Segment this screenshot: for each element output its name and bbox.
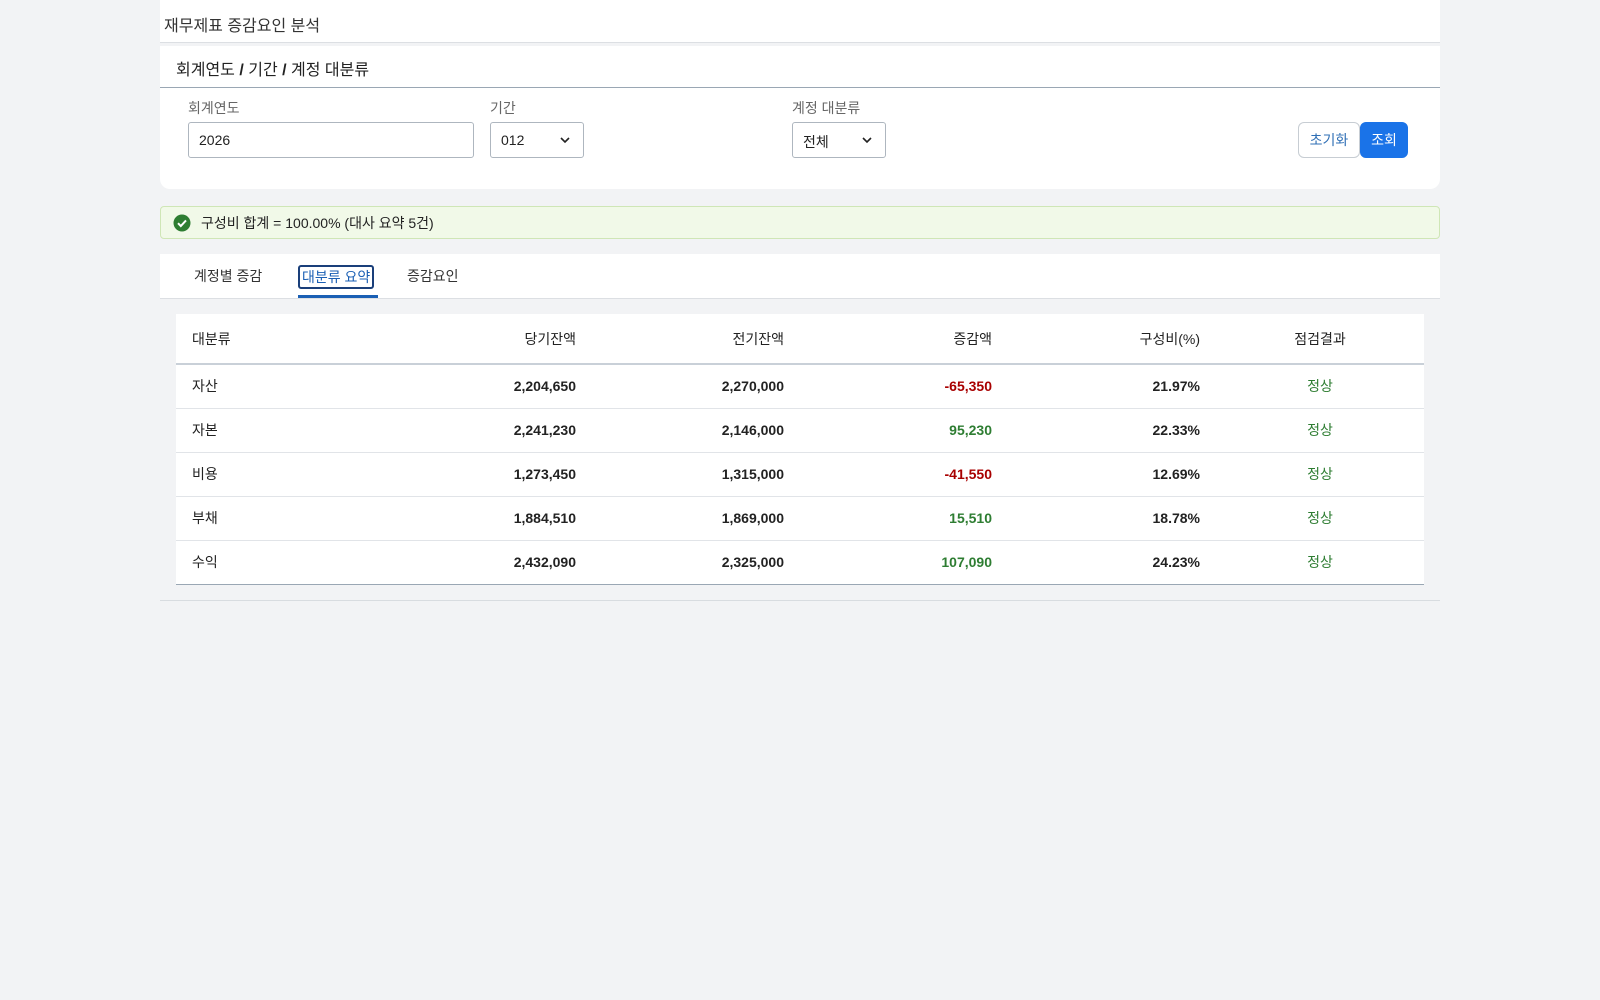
cell-ratio: 21.97%	[1008, 364, 1216, 409]
cell-result: 정상	[1216, 364, 1424, 409]
fiscal-year-input[interactable]: 2026	[188, 122, 474, 158]
table-header-row: 대분류 당기잔액 전기잔액 증감액 구성비(%) 점검결과	[176, 314, 1424, 365]
app-header: 재무제표 증감요인 분석	[160, 0, 1440, 43]
alert-text: 구성비 합계 = 100.00% (대사 요약 5건)	[201, 214, 434, 231]
tab-change-factors[interactable]: 증감요인	[404, 264, 462, 288]
filter-heading-period: 기간	[248, 62, 278, 79]
cell-change: 95,230	[800, 408, 1008, 453]
category-select[interactable]: 전체	[792, 122, 886, 158]
cell-category: 수익	[176, 540, 384, 585]
table-row[interactable]: 자산 2,204,650 2,270,000 -65,350 21.97% 정상	[176, 364, 1424, 409]
cell-current: 1,273,450	[384, 452, 592, 497]
filter-heading-category: 계정 대분류	[291, 62, 370, 79]
chevron-down-icon	[560, 137, 570, 144]
cell-current: 2,432,090	[384, 540, 592, 585]
cell-category: 자산	[176, 364, 384, 409]
cell-result: 정상	[1216, 540, 1424, 585]
cell-result: 정상	[1216, 408, 1424, 453]
page: 재무제표 증감요인 분석 회계연도 / 기간 / 계정 대분류 회계연도 202…	[160, 0, 1440, 1000]
category-label: 계정 대분류	[792, 100, 861, 116]
content-area: 대분류 당기잔액 전기잔액 증감액 구성비(%) 점검결과 자산 2,204,6…	[160, 299, 1440, 601]
period-group: 기간 012	[490, 98, 584, 158]
category-group: 계정 대분류 전체	[792, 98, 886, 158]
tab-bar: 계정별 증감 대분류 요약 증감요인	[160, 254, 1440, 299]
cell-previous: 1,869,000	[592, 496, 800, 541]
cell-change: 15,510	[800, 496, 1008, 541]
cell-previous: 1,315,000	[592, 452, 800, 497]
status-alert: 구성비 합계 = 100.00% (대사 요약 5건)	[160, 206, 1440, 239]
chevron-down-icon	[862, 137, 872, 144]
period-label: 기간	[490, 100, 516, 116]
category-value: 전체	[803, 134, 829, 150]
cell-change: -65,350	[800, 364, 1008, 409]
tab-account-change[interactable]: 계정별 증감	[191, 264, 265, 288]
cell-result: 정상	[1216, 496, 1424, 541]
app-title: 재무제표 증감요인 분석	[164, 18, 321, 35]
tab-category-summary[interactable]: 대분류 요약	[298, 265, 375, 289]
fiscal-year-group: 회계연도 2026	[188, 98, 474, 158]
cell-result: 정상	[1216, 452, 1424, 497]
summary-table-card: 대분류 당기잔액 전기잔액 증감액 구성비(%) 점검결과 자산 2,204,6…	[176, 314, 1424, 585]
filter-heading-year: 회계연도	[176, 62, 235, 79]
active-tab-indicator	[298, 295, 378, 298]
cell-previous: 2,325,000	[592, 540, 800, 585]
column-header-result[interactable]: 점검결과	[1216, 314, 1424, 365]
cell-current: 1,884,510	[384, 496, 592, 541]
column-header-category[interactable]: 대분류	[176, 314, 384, 365]
period-value: 012	[501, 132, 525, 148]
cell-ratio: 12.69%	[1008, 452, 1216, 497]
filter-heading: 회계연도 / 기간 / 계정 대분류	[160, 46, 1440, 88]
filter-heading-sep2: /	[277, 62, 292, 79]
filter-heading-sep1: /	[234, 62, 249, 79]
cell-previous: 2,270,000	[592, 364, 800, 409]
fiscal-year-label: 회계연도	[188, 100, 240, 116]
cell-current: 2,241,230	[384, 408, 592, 453]
cell-category: 비용	[176, 452, 384, 497]
column-header-ratio[interactable]: 구성비(%)	[1008, 314, 1216, 365]
cell-category: 자본	[176, 408, 384, 453]
column-header-previous[interactable]: 전기잔액	[592, 314, 800, 365]
check-circle-icon	[173, 214, 191, 231]
cell-ratio: 18.78%	[1008, 496, 1216, 541]
reset-button[interactable]: 초기화	[1298, 122, 1360, 158]
period-select[interactable]: 012	[490, 122, 584, 158]
cell-change: 107,090	[800, 540, 1008, 585]
search-button[interactable]: 조회	[1360, 122, 1408, 158]
table-row[interactable]: 부채 1,884,510 1,869,000 15,510 18.78% 정상	[176, 496, 1424, 541]
summary-table: 대분류 당기잔액 전기잔액 증감액 구성비(%) 점검결과 자산 2,204,6…	[176, 314, 1424, 585]
cell-previous: 2,146,000	[592, 408, 800, 453]
cell-ratio: 22.33%	[1008, 408, 1216, 453]
filter-panel: 회계연도 / 기간 / 계정 대분류 회계연도 2026 기간 012 계정 대…	[160, 46, 1440, 189]
column-header-change[interactable]: 증감액	[800, 314, 1008, 365]
fiscal-year-value: 2026	[199, 132, 231, 148]
table-row[interactable]: 자본 2,241,230 2,146,000 95,230 22.33% 정상	[176, 408, 1424, 453]
table-row[interactable]: 비용 1,273,450 1,315,000 -41,550 12.69% 정상	[176, 452, 1424, 497]
column-header-current[interactable]: 당기잔액	[384, 314, 592, 365]
table-row[interactable]: 수익 2,432,090 2,325,000 107,090 24.23% 정상	[176, 540, 1424, 585]
cell-change: -41,550	[800, 452, 1008, 497]
cell-current: 2,204,650	[384, 364, 592, 409]
cell-ratio: 24.23%	[1008, 540, 1216, 585]
cell-category: 부채	[176, 496, 384, 541]
